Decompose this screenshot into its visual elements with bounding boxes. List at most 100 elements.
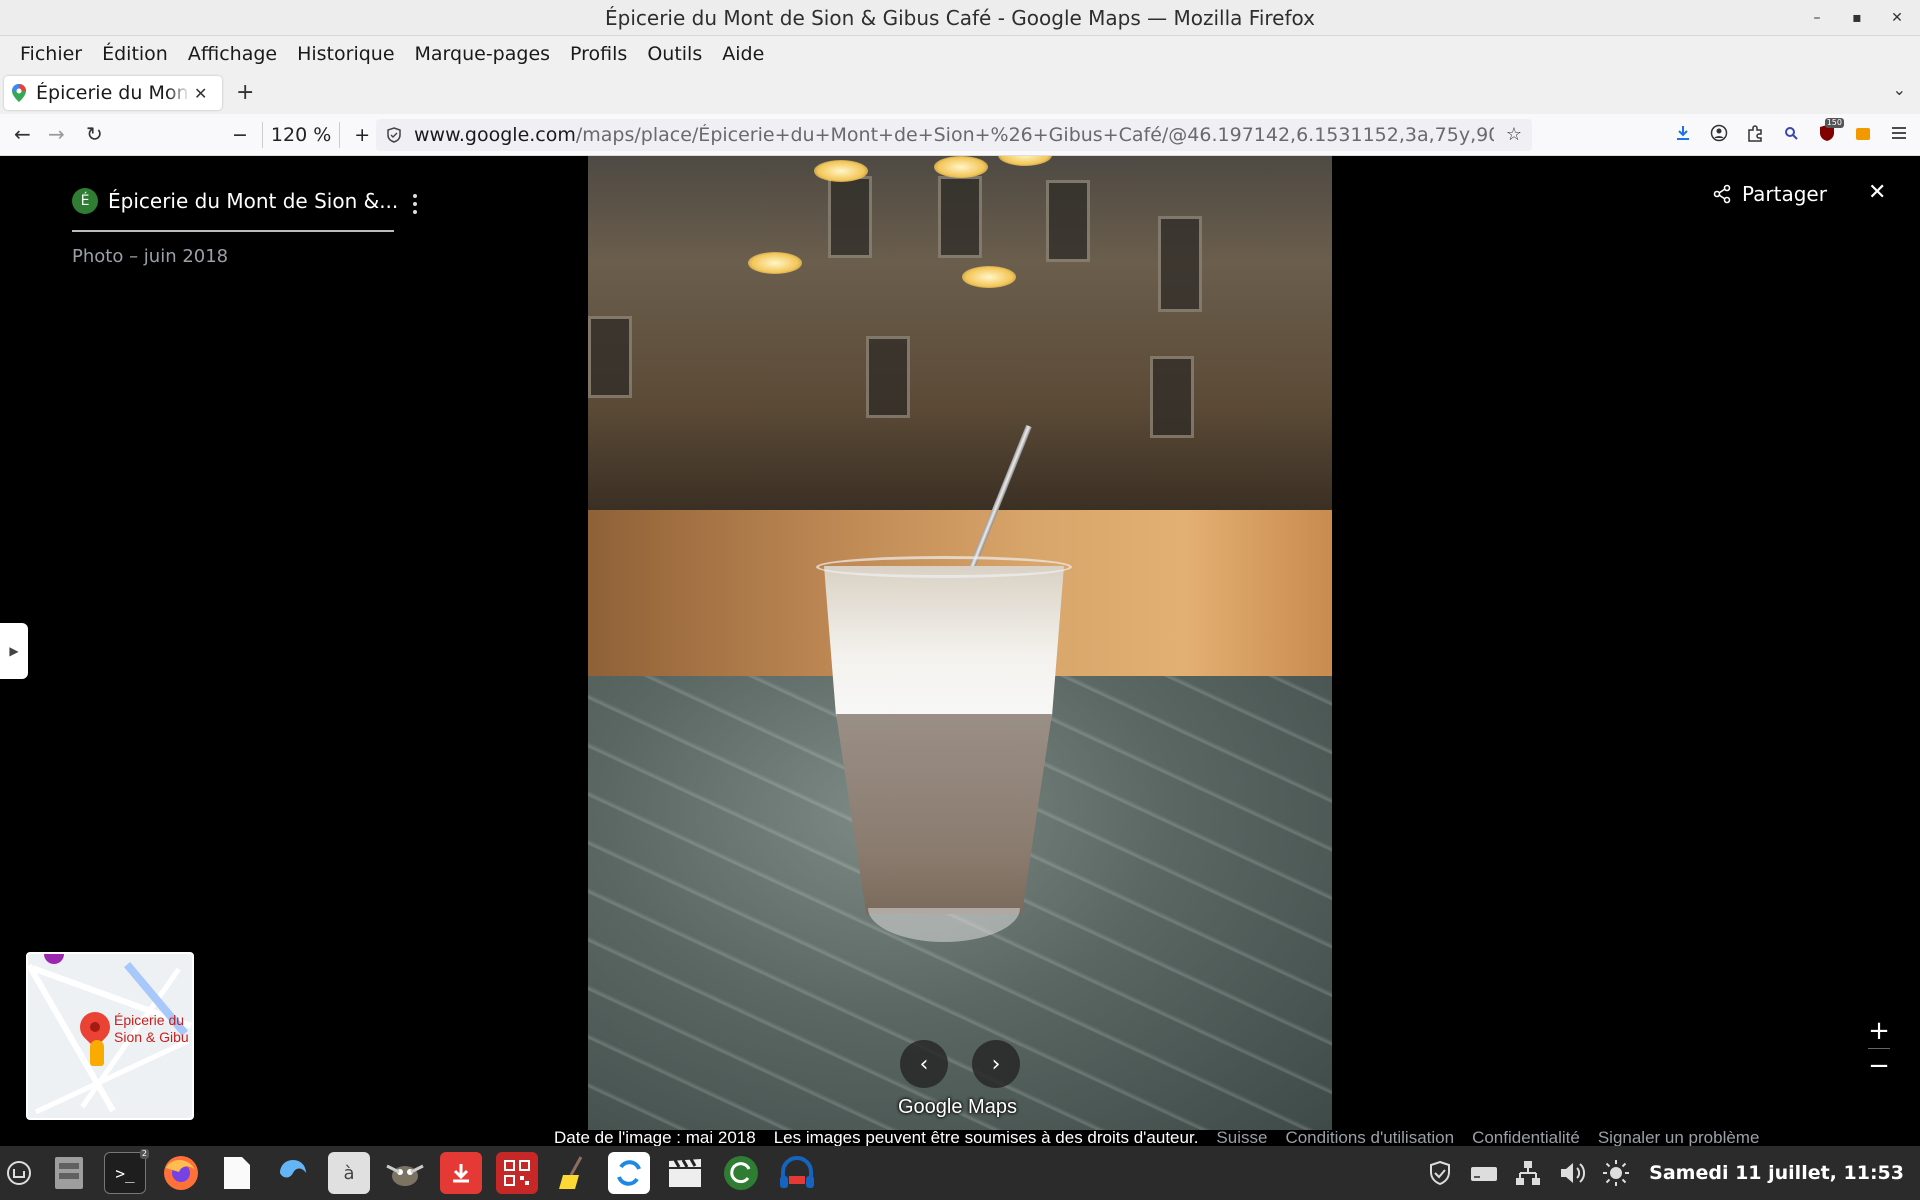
window-titlebar: Épicerie du Mont de Sion & Gibus Café - … [0, 0, 1920, 36]
photo-date: Photo – juin 2018 [72, 246, 229, 267]
next-photo-button[interactable]: › [972, 1040, 1020, 1088]
firefox-icon[interactable] [160, 1152, 202, 1194]
photo-building-background [588, 156, 1332, 512]
report-problem-link[interactable]: Signaler un problème [1598, 1128, 1760, 1148]
url-path: /maps/place/Épicerie+du+Mont+de+Sion+%26… [575, 124, 1494, 146]
downloader-icon[interactable] [440, 1152, 482, 1194]
volume-icon[interactable] [1557, 1158, 1587, 1188]
extensions-puzzle-icon[interactable] [1746, 124, 1764, 142]
share-icon [1713, 184, 1731, 204]
downloads-icon[interactable] [1674, 124, 1692, 142]
url-bar[interactable]: www.google.com/maps/place/Épicerie+du+Mo… [376, 119, 1532, 151]
audio-headphones-icon[interactable] [776, 1152, 818, 1194]
minimap[interactable]: Épicerie du Sion & Gibu [26, 952, 194, 1120]
brightness-icon[interactable] [1601, 1158, 1631, 1188]
url-text[interactable]: www.google.com/maps/place/Épicerie+du+Mo… [414, 124, 1494, 146]
menu-affichage[interactable]: Affichage [178, 43, 287, 65]
forward-button[interactable]: → [48, 122, 65, 146]
taskbar: >_ 2 à Samedi 11 juillet, 11:53 [0, 1146, 1920, 1200]
maximize-icon[interactable]: ▪ [1850, 10, 1864, 26]
refresh-green-icon[interactable] [720, 1152, 762, 1194]
bookmark-star-icon[interactable]: ☆ [1506, 124, 1522, 145]
menu-outils[interactable]: Outils [637, 43, 712, 65]
place-title[interactable]: Épicerie du Mont de Sion &... [108, 189, 398, 213]
extension-alert-icon[interactable] [1854, 124, 1872, 142]
privacy-link[interactable]: Confidentialité [1472, 1128, 1580, 1148]
network-icon[interactable] [1513, 1158, 1543, 1188]
menu-historique[interactable]: Historique [287, 43, 404, 65]
place-avatar: É [72, 188, 98, 214]
photo-coffee-glass [816, 536, 1072, 956]
country-link[interactable]: Suisse [1216, 1128, 1267, 1148]
google-maps-logo: Google Maps [898, 1096, 1017, 1118]
menu-profils[interactable]: Profils [560, 43, 637, 65]
video-editor-clapper-icon[interactable] [664, 1152, 706, 1194]
share-label: Partager [1742, 182, 1827, 206]
previous-photo-button[interactable]: ‹ [900, 1040, 948, 1088]
sync-icon[interactable] [608, 1152, 650, 1194]
gimp-icon[interactable] [384, 1152, 426, 1194]
terminal-icon[interactable]: >_ 2 [104, 1149, 149, 1194]
taskbar-launchers: >_ 2 à [0, 1149, 818, 1194]
tab-close-icon[interactable]: ✕ [194, 84, 207, 103]
app-menu-hamburger-icon[interactable] [1890, 124, 1908, 142]
place-title-underline [72, 230, 394, 232]
attribution-footer: Date de l'image : mai 2018 Les images pe… [554, 1128, 1759, 1148]
more-options-icon[interactable] [406, 194, 424, 214]
zoom-controls: − 120 % + [232, 122, 370, 148]
terminal-badge: 2 [139, 1149, 149, 1159]
window-title: Épicerie du Mont de Sion & Gibus Café - … [605, 5, 1315, 30]
tab-google-maps[interactable]: Épicerie du Mont de Sion & Gibus Café - … [4, 76, 222, 110]
cleaner-broom-icon[interactable] [552, 1152, 594, 1194]
navigation-toolbar: ← → ↻ − 120 % + www.google.com/maps/plac… [0, 114, 1920, 156]
file-manager-icon[interactable] [48, 1152, 90, 1194]
new-tab-button[interactable]: + [236, 80, 254, 105]
reload-button[interactable]: ↻ [86, 122, 103, 146]
security-shield-icon[interactable] [1425, 1158, 1455, 1188]
window-controls: – ▪ ✕ [1810, 0, 1904, 36]
clock[interactable]: Samedi 11 juillet, 11:53 [1649, 1162, 1904, 1184]
drive-icon[interactable] [1469, 1158, 1499, 1188]
chevron-right-icon: › [991, 1051, 1001, 1077]
side-panel-toggle-icon[interactable]: ▶ [0, 623, 28, 679]
menu-fichier[interactable]: Fichier [10, 43, 92, 65]
menu-marque-pages[interactable]: Marque-pages [405, 43, 561, 65]
zoom-in-button[interactable]: + [354, 124, 370, 146]
account-icon[interactable] [1710, 124, 1728, 142]
menu-edition[interactable]: Édition [92, 43, 178, 65]
viewer-zoom-out-button[interactable]: − [1864, 1051, 1894, 1081]
close-window-icon[interactable]: ✕ [1890, 10, 1904, 26]
search-extension-icon[interactable] [1782, 124, 1800, 142]
minimap-place-label: Épicerie du Sion & Gibu [114, 1012, 189, 1045]
character-map-icon[interactable]: à [328, 1152, 370, 1194]
qr-code-icon[interactable] [496, 1152, 538, 1194]
ublock-shield-icon[interactable]: 150 [1818, 118, 1844, 142]
viewer-zoom-in-button[interactable]: + [1864, 1016, 1894, 1046]
maps-pin-icon [12, 84, 26, 102]
place-photo[interactable] [588, 156, 1332, 1130]
zoom-out-button[interactable]: − [232, 124, 248, 146]
place-header[interactable]: É Épicerie du Mont de Sion &... [72, 188, 398, 214]
tracking-protection-shield-icon[interactable] [386, 127, 402, 143]
minimize-icon[interactable]: – [1810, 10, 1824, 26]
ublock-badge: 150 [1824, 118, 1844, 128]
system-tray: Samedi 11 juillet, 11:53 [1425, 1146, 1904, 1200]
share-button[interactable]: Partager [1712, 182, 1827, 206]
menu-aide[interactable]: Aide [712, 43, 774, 65]
back-button[interactable]: ← [14, 122, 31, 146]
tab-list-chevron-icon[interactable]: ⌄ [1893, 80, 1906, 99]
toolbar-extensions: 150 [1674, 118, 1908, 142]
viewer-zoom-controls: + − [1864, 1016, 1894, 1081]
mint-menu-icon[interactable] [4, 1152, 34, 1194]
maps-photo-viewer: É Épicerie du Mont de Sion &... Photo – … [0, 156, 1920, 1148]
app-swirl-icon[interactable] [272, 1152, 314, 1194]
text-document-icon[interactable] [216, 1152, 258, 1194]
close-viewer-icon[interactable]: ✕ [1868, 180, 1886, 205]
tab-bar: Épicerie du Mont de Sion & Gibus Café - … [0, 72, 1920, 114]
street-view-pegman-icon[interactable] [90, 1040, 104, 1066]
chevron-left-icon: ‹ [919, 1051, 929, 1077]
zoom-level[interactable]: 120 % [261, 122, 341, 148]
terms-link[interactable]: Conditions d'utilisation [1285, 1128, 1454, 1148]
tab-label: Épicerie du Mont de Sion & Gibus Café - … [36, 82, 190, 104]
url-host: www.google.com [414, 124, 576, 146]
